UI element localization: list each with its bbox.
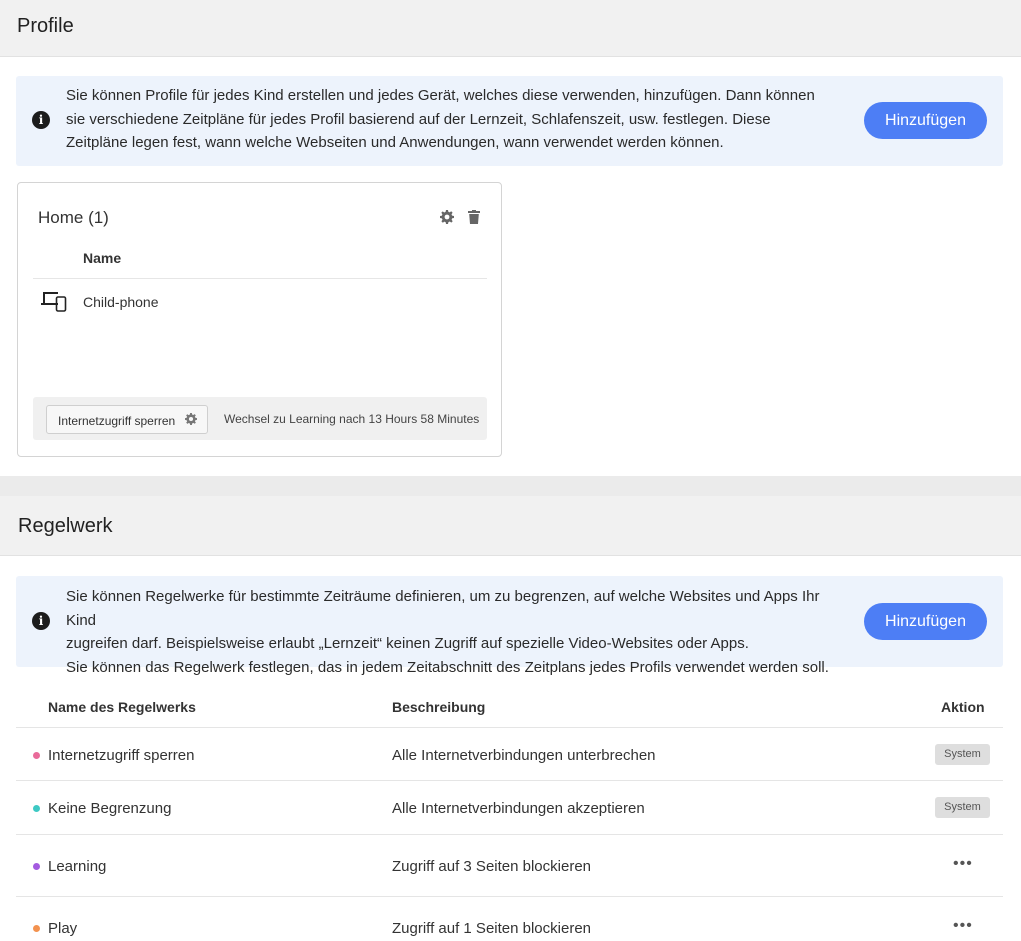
ruleset-description: Alle Internetverbindungen akzeptieren bbox=[392, 800, 645, 817]
status-dot bbox=[33, 863, 40, 870]
card-footer: Internetzugriff sperren Wechsel zu Learn… bbox=[33, 397, 487, 440]
ruleset-description: Alle Internetverbindungen unterbrechen bbox=[392, 747, 656, 764]
profile-panel: Profile i Sie können Profile für jedes K… bbox=[0, 0, 1021, 476]
info-line: Sie können Regelwerke für bestimmte Zeit… bbox=[66, 588, 820, 629]
profile-info-text: Sie können Profile für jedes Kind erstel… bbox=[66, 87, 815, 151]
device-column-header: Name bbox=[83, 250, 122, 266]
active-rule-pill[interactable]: Internetzugriff sperren bbox=[46, 405, 208, 434]
info-line: zugreifen darf. Beispielsweise erlaubt „… bbox=[66, 635, 749, 652]
gear-icon[interactable] bbox=[185, 413, 197, 428]
table-row[interactable]: Play Zugriff auf 1 Seiten blockieren ••• bbox=[16, 896, 1003, 941]
ruleset-name: Internetzugriff sperren bbox=[48, 747, 195, 764]
status-dot bbox=[33, 925, 40, 932]
ruleset-name: Learning bbox=[48, 858, 107, 875]
add-ruleset-button[interactable]: Hinzufügen bbox=[864, 603, 987, 640]
regelwerk-header: Regelwerk bbox=[0, 496, 1021, 556]
info-icon: i bbox=[32, 111, 50, 129]
ruleset-description: Zugriff auf 3 Seiten blockieren bbox=[392, 858, 592, 875]
profile-card-home: Home (1) Name Child-phone Internetzugrif… bbox=[17, 182, 502, 457]
status-dot bbox=[33, 752, 40, 759]
table-row[interactable]: Keine Begrenzung Alle Internetverbindung… bbox=[16, 780, 1003, 834]
device-name[interactable]: Child-phone bbox=[83, 294, 159, 310]
ruleset-name: Play bbox=[48, 920, 78, 937]
devices-icon bbox=[41, 290, 67, 312]
column-header-action: Aktion bbox=[941, 699, 985, 715]
gear-icon[interactable] bbox=[440, 210, 454, 224]
system-badge: System bbox=[935, 797, 990, 818]
profile-header: Profile bbox=[0, 0, 1021, 57]
status-dot bbox=[33, 805, 40, 812]
profile-info-box: i Sie können Profile für jedes Kind erst… bbox=[16, 76, 1003, 166]
active-rule-label: Internetzugriff sperren bbox=[58, 414, 176, 428]
ruleset-description: Zugriff auf 1 Seiten blockieren bbox=[392, 920, 592, 937]
profile-card-title: Home (1) bbox=[38, 208, 109, 227]
trash-icon[interactable] bbox=[467, 210, 481, 224]
table-row[interactable]: Learning Zugriff auf 3 Seiten blockieren… bbox=[16, 834, 1003, 896]
regelwerk-info-text: Sie können Regelwerke für bestimmte Zeit… bbox=[66, 585, 836, 679]
column-header-description: Beschreibung bbox=[392, 699, 486, 715]
regelwerk-info-box: i Sie können Regelwerke für bestimmte Ze… bbox=[16, 576, 1003, 676]
more-icon[interactable]: ••• bbox=[953, 917, 973, 935]
divider bbox=[33, 278, 487, 279]
column-header-name: Name des Regelwerks bbox=[48, 699, 196, 715]
page-title: Profile bbox=[17, 15, 74, 37]
system-badge: System bbox=[935, 744, 990, 765]
section-title: Regelwerk bbox=[18, 515, 113, 537]
add-profile-button[interactable]: Hinzufügen bbox=[864, 102, 987, 139]
table-row[interactable]: Internetzugriff sperren Alle Internetver… bbox=[16, 727, 1003, 780]
more-icon[interactable]: ••• bbox=[953, 855, 973, 873]
info-icon: i bbox=[32, 612, 50, 630]
info-line: Sie können das Regelwerk festlegen, das … bbox=[66, 658, 829, 676]
schedule-status-text: Wechsel zu Learning nach 13 Hours 58 Min… bbox=[224, 412, 480, 426]
ruleset-name: Keine Begrenzung bbox=[48, 800, 172, 817]
